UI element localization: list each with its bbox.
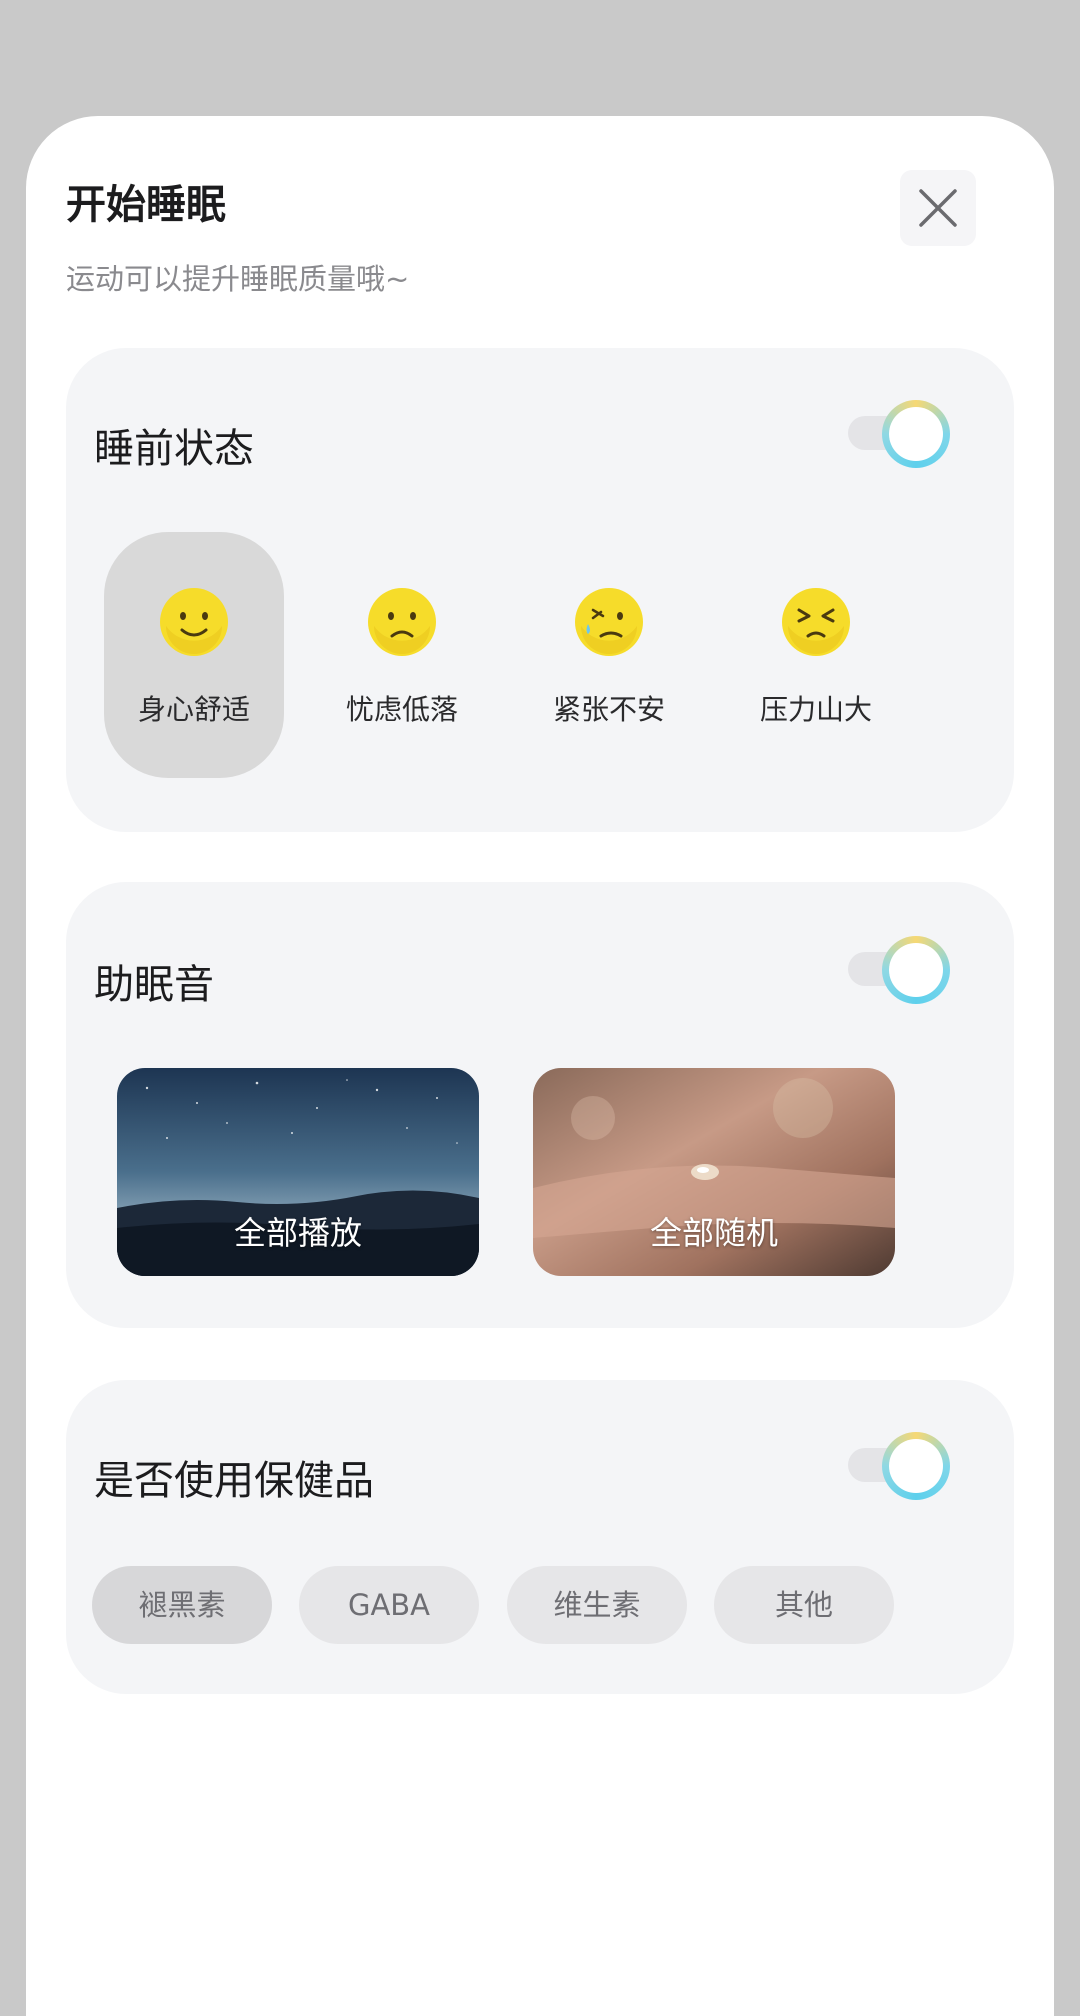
mood-option-comfortable[interactable]: 身心舒适: [104, 532, 284, 778]
supplement-section-title: 是否使用保健品: [94, 1458, 374, 1504]
sound-card-label: 全部播放: [233, 1214, 362, 1252]
close-icon: [919, 189, 957, 227]
sound-section-title: 助眠音: [94, 962, 214, 1008]
toggle-knob: [882, 1432, 950, 1500]
sound-card-label: 全部随机: [649, 1214, 778, 1252]
sound-section-toggle[interactable]: [846, 936, 950, 1006]
smile-face-icon: [160, 588, 228, 656]
mood-label: 压力山大: [759, 693, 872, 726]
close-button[interactable]: [900, 170, 976, 246]
mood-label: 忧虑低落: [345, 693, 458, 726]
mood-option-worried[interactable]: 忧虑低落: [312, 532, 492, 778]
sound-shuffle-all-card[interactable]: 全部随机: [533, 1068, 895, 1276]
sound-play-all-card[interactable]: 全部播放: [117, 1068, 479, 1276]
mood-section-title: 睡前状态: [94, 426, 254, 472]
supplement-section-toggle[interactable]: [846, 1432, 950, 1502]
page-subtitle: 运动可以提升睡眠质量哦~: [66, 262, 410, 296]
supplement-option-melatonin[interactable]: 褪黑素: [92, 1566, 272, 1644]
mood-option-nervous[interactable]: 紧张不安: [519, 532, 699, 778]
mood-option-stressed[interactable]: 压力山大: [726, 532, 906, 778]
stressed-face-icon: [782, 588, 850, 656]
supplement-option-other[interactable]: 其他: [714, 1566, 894, 1644]
supplement-option-gaba[interactable]: GABA: [299, 1566, 479, 1644]
mood-label: 紧张不安: [552, 693, 665, 726]
supplement-option-vitamin[interactable]: 维生素: [507, 1566, 687, 1644]
toggle-knob: [882, 936, 950, 1004]
mood-section-toggle[interactable]: [846, 400, 950, 470]
page-title: 开始睡眠: [66, 182, 226, 228]
supplement-section-card: 是否使用保健品: [66, 1380, 1014, 1694]
anxious-face-icon: [575, 588, 643, 656]
toggle-knob: [882, 400, 950, 468]
mood-label: 身心舒适: [137, 693, 250, 726]
sad-face-icon: [368, 588, 436, 656]
